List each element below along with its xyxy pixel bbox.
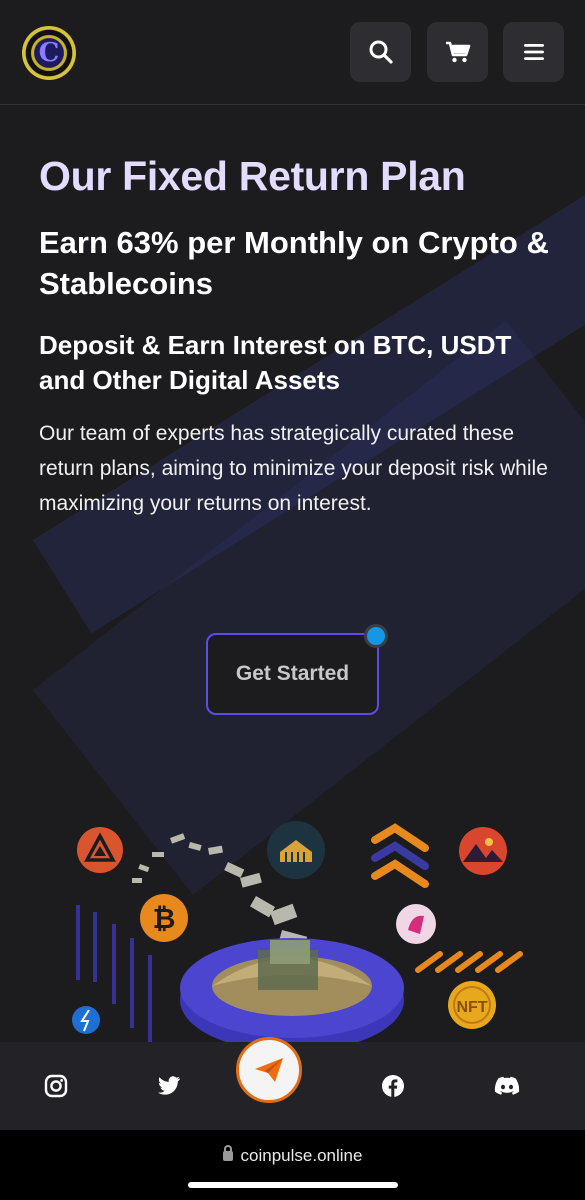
svg-text:₿: ₿ [153, 903, 176, 934]
crypto-illustration: ₿ NFT [0, 800, 585, 1045]
landscape-nft-icon [459, 827, 507, 875]
layers-token-icon [371, 823, 429, 888]
flash-token-icon [72, 1006, 100, 1034]
page-title: Our Fixed Return Plan [39, 153, 466, 199]
menu-button[interactable] [503, 22, 564, 82]
hamburger-menu-icon [523, 44, 544, 60]
logo-letter: C [38, 38, 60, 68]
get-started-button[interactable]: Get Started [206, 633, 379, 715]
hero-section: Our Fixed Return Plan Earn 63% per Month… [39, 150, 559, 521]
cart-button[interactable] [427, 22, 488, 82]
hero-description: Our team of experts has strategically cu… [39, 422, 548, 515]
notification-dot [364, 624, 388, 648]
home-indicator[interactable] [188, 1182, 398, 1188]
site-header: C [0, 0, 585, 105]
twitter-icon [158, 1076, 180, 1095]
unicorn-token-icon [396, 904, 436, 944]
money-ring-illustration [180, 938, 404, 1045]
url-display[interactable]: coinpulse.online [0, 1145, 585, 1166]
hero-subtitle: Earn 63% per Monthly on Crypto & Stablec… [39, 225, 549, 301]
house-token-icon [267, 821, 325, 879]
search-button[interactable] [350, 22, 411, 82]
instagram-link[interactable] [40, 1070, 72, 1102]
triangle-token-icon [77, 827, 123, 873]
twitter-link[interactable] [153, 1070, 185, 1102]
instagram-icon [44, 1074, 68, 1098]
lock-icon [222, 1145, 233, 1161]
svg-text:NFT: NFT [456, 999, 487, 1016]
bitcoin-icon: ₿ [140, 894, 188, 942]
discord-link[interactable] [491, 1070, 523, 1102]
facebook-link[interactable] [377, 1070, 409, 1102]
browser-address-bar: coinpulse.online [0, 1130, 585, 1200]
nft-coin-icon: NFT [448, 981, 496, 1029]
cart-icon [445, 41, 470, 63]
url-text: coinpulse.online [240, 1146, 363, 1165]
discord-icon [494, 1076, 520, 1095]
search-icon [369, 40, 393, 64]
hero-subheading: Deposit & Earn Interest on BTC, USDT and… [39, 330, 512, 395]
decorative-dashes [415, 951, 523, 973]
telegram-send-button[interactable] [236, 1037, 302, 1103]
telegram-send-icon [255, 1058, 283, 1082]
site-logo[interactable]: C [22, 26, 76, 80]
facebook-icon [382, 1075, 404, 1097]
